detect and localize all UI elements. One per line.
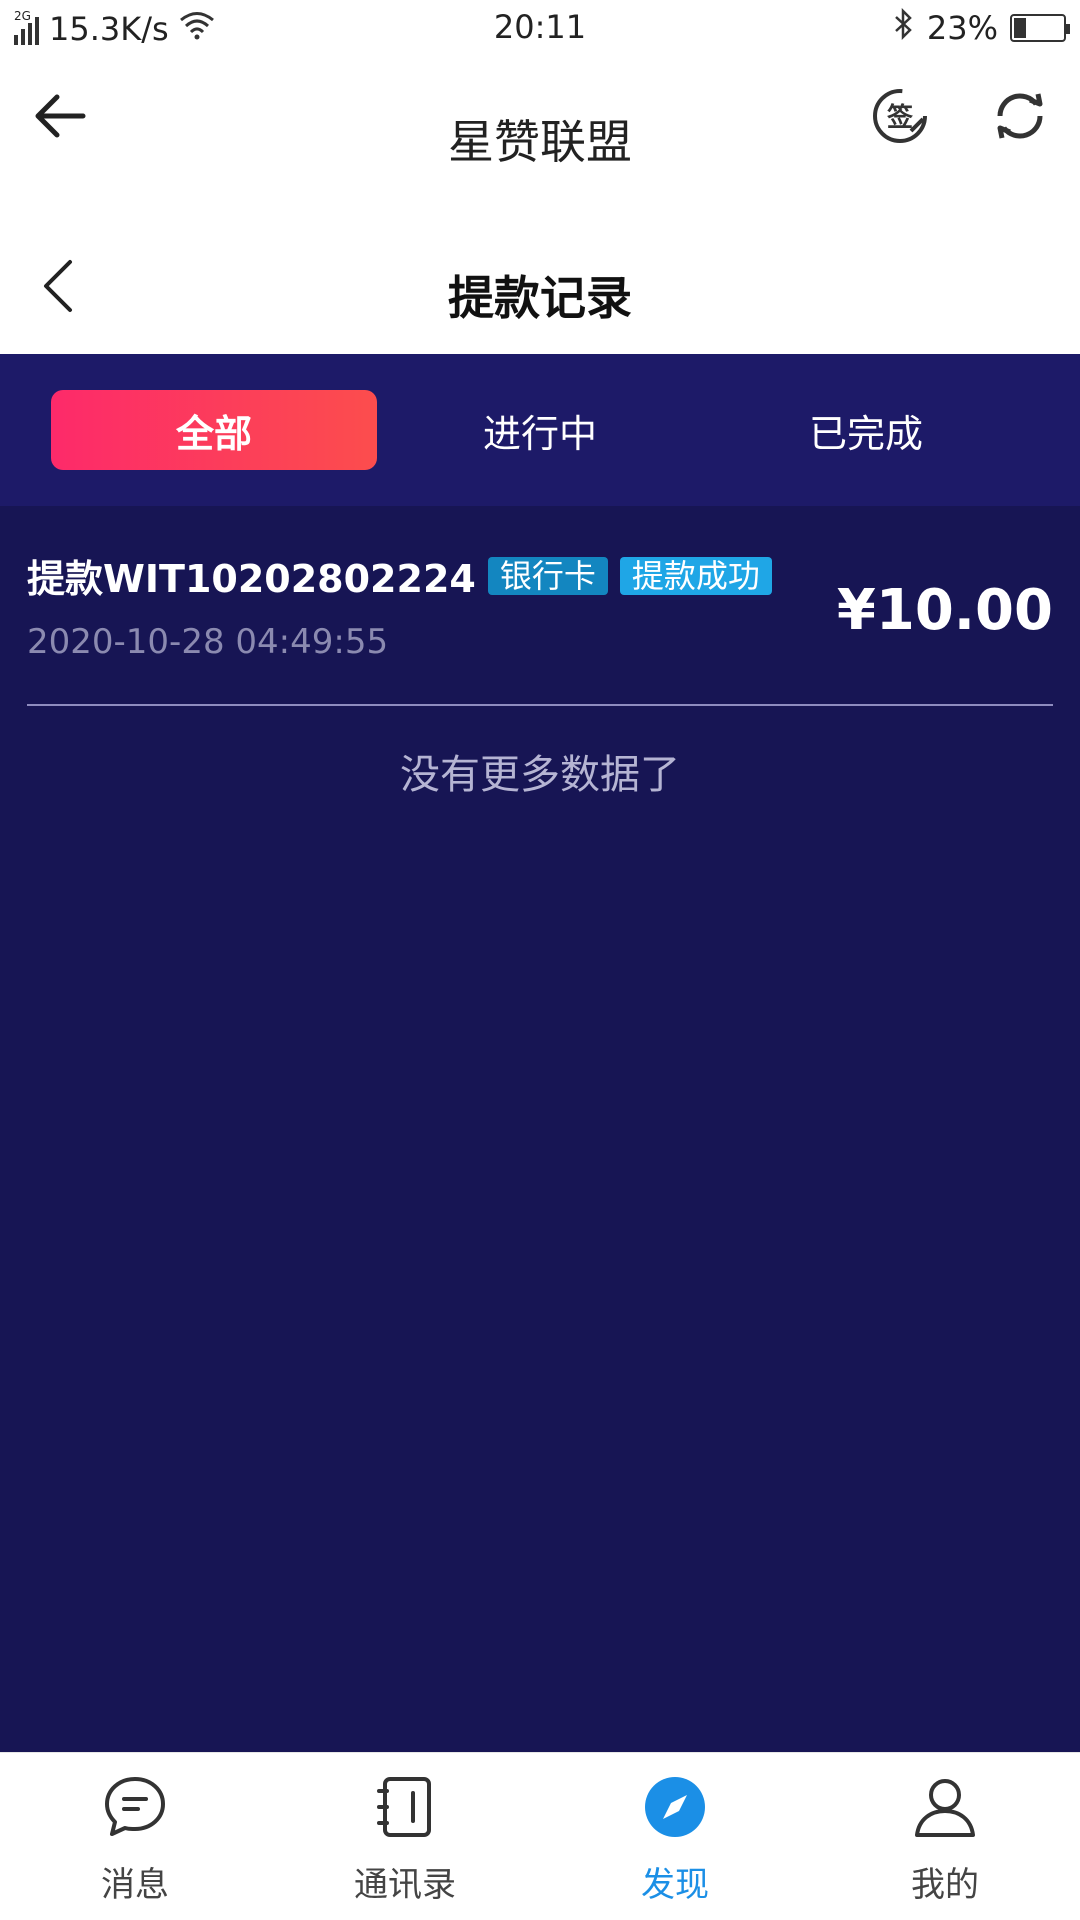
- tab-all[interactable]: 全部: [51, 390, 377, 470]
- profile-icon: [915, 1779, 975, 1837]
- page: 2G 15.3K/s 20:11 23% 星赞联盟 签 提款记录 全部 进行中 …: [0, 0, 1080, 1920]
- bottom-nav: 消息 通讯录 发现 我的: [0, 1752, 1080, 1920]
- method-badge: 银行卡: [487, 556, 608, 595]
- content-area: 全部 进行中 已完成 提款WIT10202802224 银行卡 提款成功 202…: [0, 354, 1080, 1752]
- refresh-button[interactable]: [988, 84, 1052, 148]
- nav-label-messages: 消息: [101, 1865, 169, 1905]
- battery-icon: [1010, 14, 1070, 42]
- status-bar: 2G 15.3K/s 20:11 23%: [0, 0, 1080, 58]
- tab-in-progress[interactable]: 进行中: [377, 390, 703, 470]
- record-title-row: 提款WIT10202802224 银行卡 提款成功: [27, 548, 772, 603]
- nav-label-discover: 发现: [641, 1865, 709, 1905]
- tab-completed[interactable]: 已完成: [703, 390, 1029, 470]
- nav-item-messages[interactable]: 消息: [0, 1753, 270, 1920]
- withdrawal-record[interactable]: 提款WIT10202802224 银行卡 提款成功 2020-10-28 04:…: [27, 506, 1053, 706]
- app-header: 星赞联盟 签: [0, 58, 1080, 218]
- bluetooth-icon: [893, 7, 915, 48]
- nav-label-contacts: 通讯录: [354, 1865, 456, 1905]
- nav-item-profile[interactable]: 我的: [810, 1753, 1080, 1920]
- compass-icon: [645, 1777, 705, 1837]
- sign-in-button[interactable]: 签: [868, 84, 932, 148]
- status-right: 23%: [893, 7, 1070, 48]
- no-more-data: 没有更多数据了: [400, 752, 680, 798]
- sub-header: 提款记录: [0, 218, 1080, 354]
- record-amount: ¥10.00: [836, 578, 1053, 643]
- nav-item-contacts[interactable]: 通讯录: [270, 1753, 540, 1920]
- message-icon: [105, 1777, 165, 1836]
- battery-percent: 23%: [926, 9, 998, 47]
- nav-label-profile: 我的: [911, 1865, 979, 1905]
- sign-icon-text: 签: [886, 103, 913, 133]
- record-time: 2020-10-28 04:49:55: [27, 622, 389, 662]
- nav-item-discover[interactable]: 发现: [540, 1753, 810, 1920]
- record-title: 提款WIT10202802224: [27, 557, 476, 601]
- contacts-icon: [377, 1777, 431, 1837]
- filter-tabs: 全部 进行中 已完成: [0, 354, 1080, 506]
- page-title: 提款记录: [448, 271, 632, 325]
- status-badge: 提款成功: [619, 556, 772, 595]
- refresh-icon: [997, 93, 1043, 139]
